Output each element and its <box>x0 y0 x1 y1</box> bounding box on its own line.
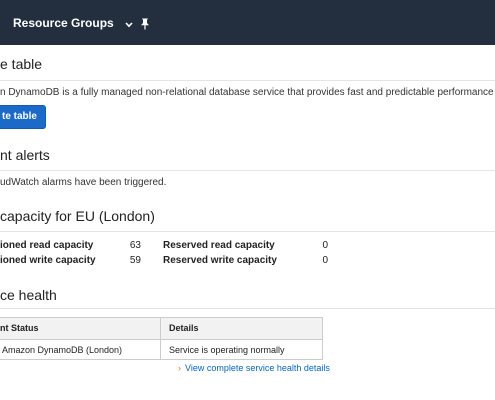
reserved-read-capacity-label: Reserved read capacity <box>163 240 275 251</box>
service-name-cell: Amazon DynamoDB (London) <box>2 345 123 355</box>
provisioned-read-capacity-value: 63 <box>129 240 141 251</box>
reserved-read-capacity-value: 0 <box>322 240 328 251</box>
top-navigation-bar: Resource Groups <box>0 0 495 45</box>
reserved-write-capacity-value: 0 <box>322 255 328 266</box>
alerts-message: udWatch alarms have been triggered. <box>0 177 167 188</box>
view-service-health-link[interactable]: › View complete service health details <box>178 363 330 373</box>
service-health-table: nt Status Details Amazon DynamoDB (Londo… <box>0 317 323 360</box>
capacity-title: capacity for EU (London) <box>0 208 155 224</box>
table-row: Amazon DynamoDB (London) Service is oper… <box>0 340 322 360</box>
chevron-down-icon <box>125 15 133 33</box>
column-divider <box>160 318 161 359</box>
provisioned-write-capacity-value: 59 <box>129 255 141 266</box>
section-divider <box>0 170 495 171</box>
section-divider <box>0 308 495 309</box>
create-table-button[interactable]: te table <box>0 105 46 129</box>
resource-groups-label: Resource Groups <box>13 16 114 30</box>
provisioned-write-capacity-label: ioned write capacity <box>0 255 96 266</box>
recent-alerts-title: nt alerts <box>0 147 50 163</box>
resource-groups-menu[interactable]: Resource Groups <box>13 14 133 32</box>
caret-right-icon: › <box>178 363 181 373</box>
section-divider <box>0 80 495 81</box>
reserved-write-capacity-label: Reserved write capacity <box>163 255 277 266</box>
pin-icon[interactable] <box>138 17 152 31</box>
provisioned-read-capacity-label: ioned read capacity <box>0 240 94 251</box>
create-table-title: e table <box>0 56 43 72</box>
service-health-title: ce health <box>0 287 57 303</box>
column-header-details: Details <box>169 323 199 333</box>
view-service-health-link-label: View complete service health details <box>185 363 330 373</box>
column-header-status: nt Status <box>0 323 39 333</box>
table-header-row: nt Status Details <box>0 318 322 340</box>
service-details-cell: Service is operating normally <box>169 345 285 355</box>
section-divider <box>0 231 495 232</box>
create-table-description: n DynamoDB is a fully managed non-relati… <box>0 87 495 98</box>
